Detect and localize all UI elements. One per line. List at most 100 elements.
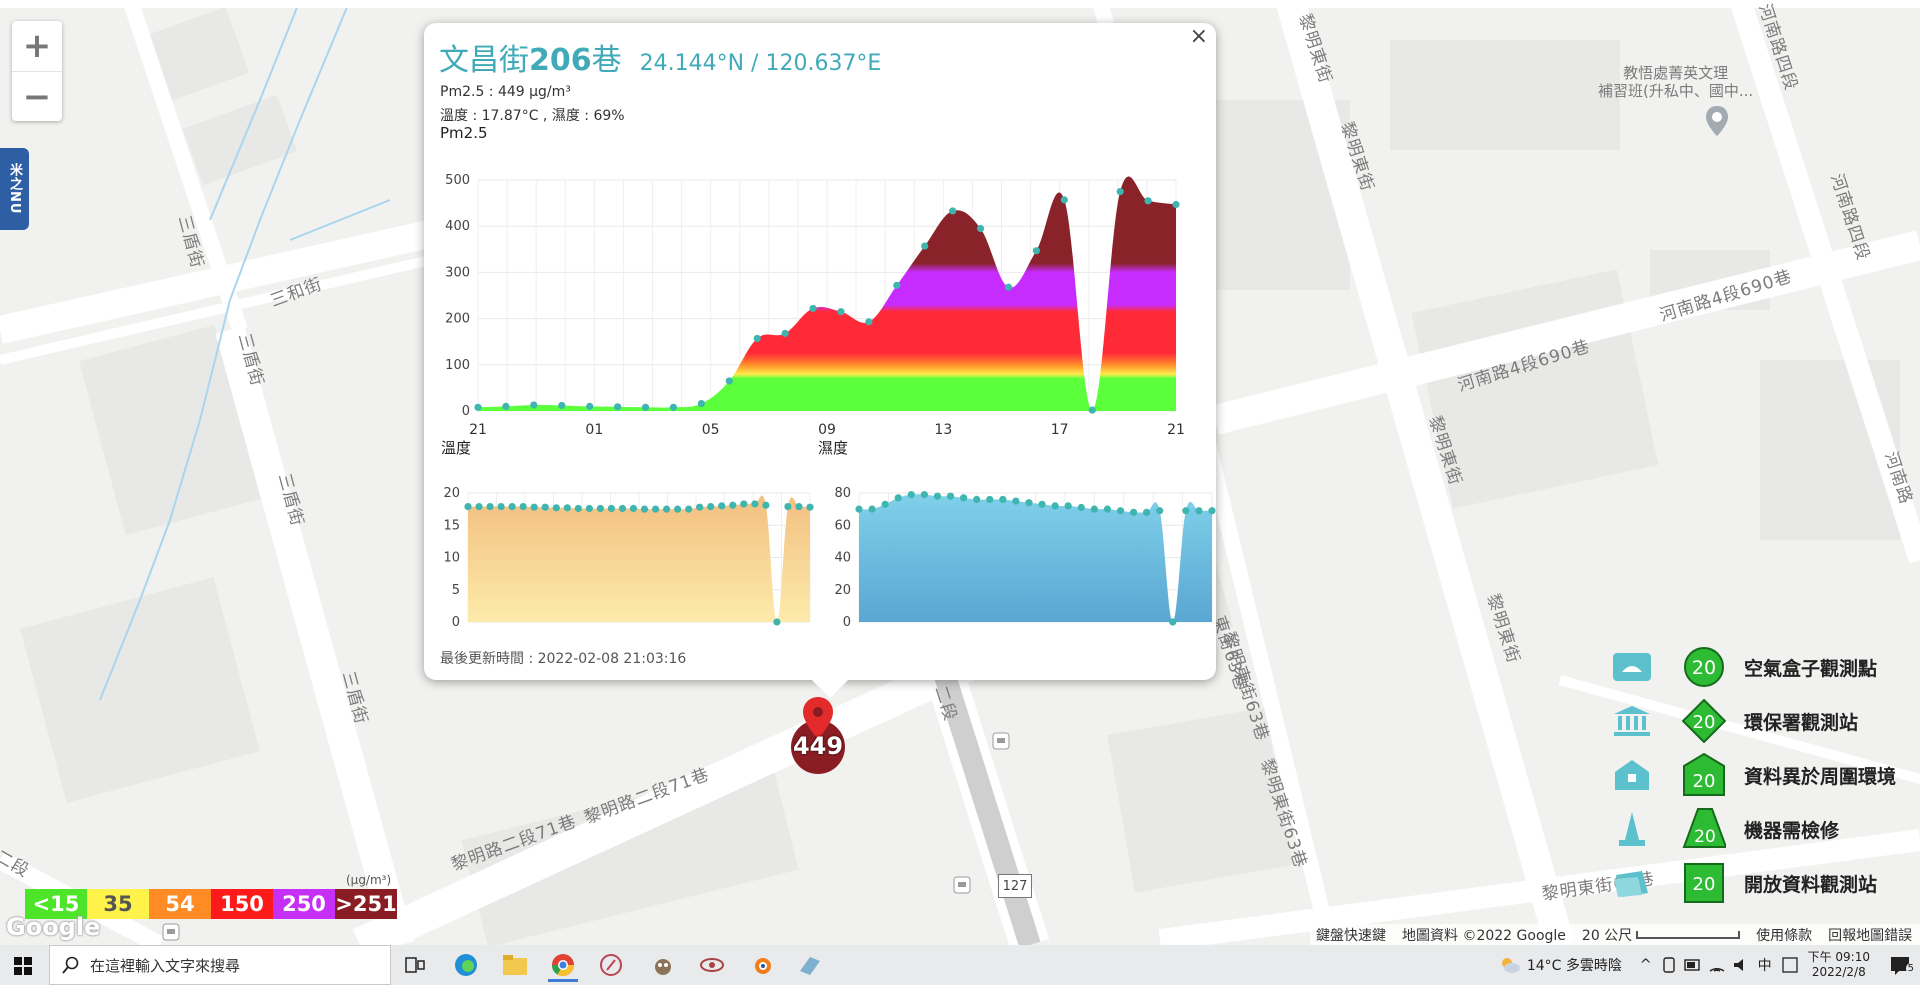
data-point (552, 504, 560, 512)
humidity-chart[interactable]: 0 20 40 60 80 (814, 459, 1216, 634)
bus-stop-icon[interactable] (992, 732, 1010, 750)
battery-icon[interactable] (1683, 958, 1702, 972)
task-view-icon[interactable] (400, 951, 430, 979)
poi-pin-icon[interactable] (1704, 104, 1730, 138)
government-building-icon (1614, 706, 1650, 736)
data-point (881, 500, 889, 508)
y-tick-label: 0 (452, 615, 460, 630)
data-point (475, 502, 483, 511)
windows-start-icon[interactable] (14, 957, 32, 975)
gimp-app-icon[interactable] (648, 951, 678, 979)
sketchup-app-icon[interactable] (794, 951, 824, 979)
y-tick-label: 20 (834, 583, 851, 598)
inkscape-app-icon[interactable] (697, 951, 727, 979)
bus-stop-icon[interactable] (162, 923, 180, 941)
humid-chart-title: 濕度 (818, 439, 849, 457)
data-point (933, 492, 942, 500)
data-point (464, 502, 472, 511)
report-error-link[interactable]: 回報地圖錯誤 (1828, 925, 1912, 945)
scale-label[interactable]: 20 公尺 (1582, 925, 1632, 945)
data-point (1032, 247, 1040, 255)
wifi-icon[interactable] (1708, 957, 1726, 973)
data-point (1051, 502, 1059, 510)
volume-icon[interactable] (1732, 957, 1750, 973)
map-data-text[interactable]: 地圖資料 ©2022 Google (1402, 925, 1566, 945)
data-point (1129, 508, 1138, 516)
bus-stop-icon[interactable] (953, 876, 971, 894)
x-tick-label: 21 (469, 422, 487, 438)
pm25-chart[interactable]: 0 100 200 300 400 500 21 01 05 09 13 17 21 (424, 149, 1216, 439)
file-explorer-icon[interactable] (500, 951, 530, 979)
data-point (973, 495, 981, 504)
data-point (718, 502, 726, 510)
pm-legend-item: 150 (211, 889, 273, 919)
data-point (1088, 406, 1096, 414)
data-point (629, 504, 638, 513)
taskbar-search-input[interactable]: 在這裡輸入文字來搜尋 (49, 945, 391, 985)
system-tray: 14°C 多雲時陰 ^ 中 下午 09:10 2022/2/8 5 (1499, 945, 1920, 985)
meet-now-icon[interactable] (1662, 956, 1678, 974)
data-point (1195, 507, 1203, 515)
data-point (868, 505, 876, 513)
legend-row-opendata: 20 開放資料觀測站 (1610, 856, 1910, 910)
legend-row-maintenance: 20 機器需檢修 (1610, 802, 1910, 856)
x-tick-label: 09 (818, 422, 836, 438)
data-point (806, 503, 814, 511)
clock-time: 下午 09:10 (1807, 950, 1870, 964)
ime-indicator[interactable]: 中 (1758, 955, 1772, 975)
zoom-out-button[interactable]: − (12, 72, 62, 122)
clock[interactable]: 下午 09:10 2022/2/8 (1808, 950, 1870, 980)
ime-mode-icon[interactable] (1781, 957, 1798, 973)
station-popup: × 文昌街206巷 24.144°N / 120.637°E Pm2.5 : 44… (424, 23, 1216, 698)
legend-label: 環保署觀測站 (1744, 711, 1859, 734)
badge-value: 20 (1692, 657, 1716, 679)
close-button[interactable]: × (1190, 24, 1208, 49)
data-point (607, 504, 616, 513)
data-point (1090, 505, 1098, 513)
data-point (1143, 508, 1151, 516)
data-point (921, 242, 929, 250)
edge-browser-icon[interactable] (451, 951, 481, 979)
data-point (707, 502, 715, 511)
data-point (1064, 502, 1072, 510)
cone-badge-icon: 20 (1682, 808, 1726, 848)
house-badge-icon: 20 (1683, 753, 1725, 796)
data-point (1208, 507, 1216, 515)
series-area (468, 495, 810, 623)
data-point (740, 500, 748, 508)
data-point (855, 505, 863, 513)
notification-center[interactable]: 5 (1880, 955, 1920, 975)
terms-link[interactable]: 使用條款 (1756, 925, 1812, 945)
side-panel-tab[interactable]: 米之NU (0, 148, 29, 230)
data-point (795, 502, 803, 511)
data-point (1182, 507, 1190, 515)
data-point (585, 504, 593, 513)
poi-label[interactable]: 教悟處菁英文理 補習班(升私中、國中... (1598, 64, 1753, 100)
data-point (497, 502, 505, 511)
google-logo[interactable]: Google (6, 913, 100, 941)
data-point (907, 491, 915, 499)
compass-app-icon[interactable] (596, 951, 626, 979)
legend-label: 機器需檢修 (1744, 819, 1840, 842)
legend-label: 資料異於周圍環境 (1744, 765, 1897, 788)
pm-legend-item: >251 (335, 889, 397, 919)
temp-humid-reading: 溫度 : 17.87°C , 濕度 : 69% (440, 108, 625, 124)
y-tick-label: 40 (834, 551, 851, 566)
pm25-map-marker[interactable]: 449 (790, 697, 846, 777)
data-point (959, 494, 968, 502)
temperature-chart[interactable]: 0 5 10 15 20 (424, 459, 819, 634)
x-tick-label: 13 (934, 422, 952, 438)
data-point (1060, 196, 1068, 204)
data-point (502, 402, 510, 410)
data-point (563, 504, 571, 512)
data-point (894, 494, 902, 502)
weather-text[interactable]: 14°C 多雲時陰 (1527, 955, 1622, 975)
keyboard-shortcuts-link[interactable]: 鍵盤快速鍵 (1316, 925, 1386, 945)
chevron-up-icon[interactable]: ^ (1640, 957, 1652, 973)
blender-app-icon[interactable] (746, 951, 776, 979)
chrome-browser-icon[interactable] (548, 951, 578, 982)
zoom-in-button[interactable]: + (12, 21, 62, 72)
data-point (696, 503, 704, 511)
weather-icon[interactable] (1499, 955, 1521, 975)
data-point (519, 502, 527, 511)
